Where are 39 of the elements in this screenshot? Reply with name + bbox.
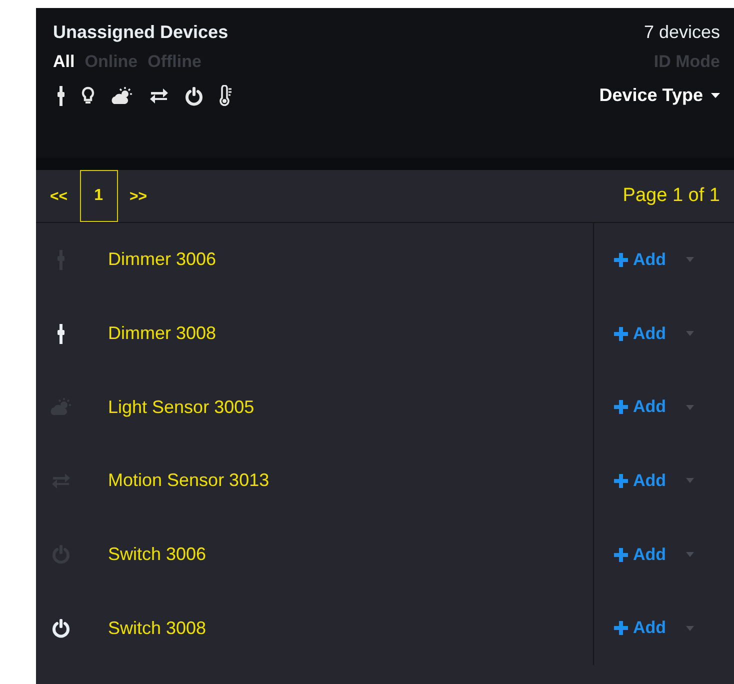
- device-count: 7 devices: [644, 22, 720, 43]
- device-name: Switch 3008: [107, 618, 208, 639]
- device-type-dropdown[interactable]: Device Type: [599, 85, 720, 106]
- filter-tab[interactable]: All: [53, 52, 75, 72]
- caret-icon: [711, 93, 720, 98]
- plus-icon: [614, 474, 628, 488]
- plus-icon: [614, 621, 628, 636]
- add-button[interactable]: Add: [614, 397, 666, 418]
- caret-icon: [686, 626, 694, 631]
- add-button[interactable]: Add: [614, 250, 666, 270]
- add-button[interactable]: Add: [614, 470, 666, 491]
- device-name: Motion Sensor 3013: [107, 470, 270, 492]
- caret-icon: [686, 331, 694, 336]
- device-name: Switch 3006: [107, 544, 208, 566]
- caret-icon: [686, 478, 694, 484]
- plus-icon: [614, 400, 628, 414]
- caret-icon: [686, 404, 694, 410]
- plus-icon: [614, 548, 628, 562]
- bulb-icon: [81, 86, 95, 106]
- dimmer-icon: [57, 86, 65, 106]
- thermometer-icon: [219, 85, 233, 107]
- add-button[interactable]: Add: [614, 618, 666, 638]
- page-button[interactable]: 1: [80, 170, 118, 222]
- arrows-icon: [149, 87, 169, 105]
- page-summary: Page 1 of 1: [622, 185, 720, 207]
- panel-title: Unassigned Devices: [53, 22, 230, 43]
- add-button[interactable]: Add: [614, 544, 666, 565]
- plus-icon: [614, 252, 628, 267]
- device-name: Light Sensor 3005: [107, 396, 256, 418]
- caret-icon: [686, 552, 694, 558]
- power-icon: [185, 86, 203, 106]
- device-name: Dimmer 3008: [107, 323, 218, 344]
- plus-icon: [614, 326, 628, 341]
- previous-page-button[interactable]: <<: [50, 188, 68, 204]
- next-page-button[interactable]: >>: [130, 188, 148, 204]
- cloud-sun-icon: [111, 86, 133, 106]
- device-name: Dimmer 3006: [107, 249, 218, 270]
- add-button[interactable]: Add: [614, 324, 666, 344]
- caret-icon: [686, 257, 694, 262]
